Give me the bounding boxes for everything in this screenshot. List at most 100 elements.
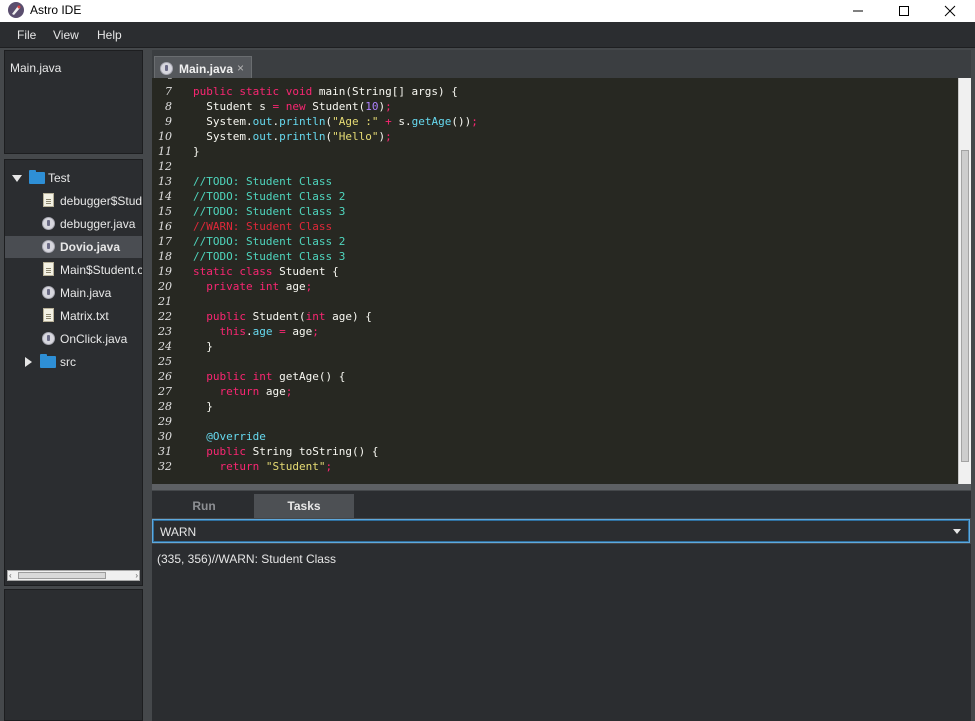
code-line: //TODO: Student Class 2 [193, 235, 345, 248]
folder-icon [40, 354, 56, 368]
maximize-button[interactable] [881, 0, 927, 22]
code-token: return [219, 460, 266, 473]
code-token: String toString() { [252, 445, 379, 458]
code-token: int [259, 280, 286, 293]
tab-main-java[interactable]: Main.java × [154, 56, 252, 79]
tree-item-selected[interactable]: Dovio.java [5, 236, 142, 258]
folder-icon [29, 170, 45, 184]
menu-view[interactable]: View [53, 28, 79, 42]
code-token: //TODO: Student Class 2 [193, 190, 346, 203]
maximize-icon [899, 6, 909, 16]
code-line: //TODO: Student Class 3 [193, 205, 345, 218]
tree-item[interactable]: OnClick.java [5, 328, 142, 350]
tab-tasks[interactable]: Tasks [254, 494, 354, 518]
code-token: int [252, 370, 280, 383]
java-file-icon [42, 240, 55, 253]
code-token: public [206, 445, 253, 458]
code-token: System. [193, 130, 253, 143]
code-token: getAge [411, 115, 452, 128]
code-token: //TODO: Student Class 3 [193, 205, 346, 218]
scroll-right-icon[interactable]: › [135, 572, 138, 580]
scrollbar-thumb[interactable] [18, 572, 106, 579]
line-number: 27 [158, 385, 172, 398]
tree-item[interactable]: debugger.java [5, 213, 142, 235]
scrollbar-thumb[interactable] [961, 150, 969, 462]
left-sidebar: Main.java Test debugger$Stud debugger.ja… [0, 48, 148, 721]
code-token: age [285, 280, 306, 293]
line-number: 15 [158, 205, 172, 218]
tree-folder-src[interactable]: src [5, 351, 142, 373]
code-token: } [193, 340, 213, 353]
code-token: static [193, 265, 240, 278]
code-line: System.out.println("Hello"); [193, 130, 392, 143]
minimize-button[interactable] [835, 0, 881, 22]
java-file-icon [42, 332, 55, 345]
java-file-icon [42, 286, 55, 299]
menu-file[interactable]: File [17, 28, 36, 42]
tree-item-label: Main$Student.c [60, 263, 142, 277]
tree-item[interactable]: Main.java [5, 282, 142, 304]
line-number: 16 [158, 220, 172, 233]
code-token: ; [285, 385, 293, 398]
title-bar: Astro IDE [0, 0, 975, 22]
code-line: public static void main(String[] args) { [193, 85, 458, 98]
code-line: //TODO: Student Class 3 [193, 250, 345, 263]
menu-bar: File View Help [0, 22, 975, 48]
task-filter-select[interactable]: WARN [152, 519, 970, 543]
code-token: public [206, 310, 253, 323]
line-number: 19 [158, 265, 172, 278]
panel-splitter[interactable] [152, 484, 971, 490]
scroll-left-icon[interactable]: ‹ [9, 572, 12, 580]
minimize-icon [853, 10, 863, 12]
chevron-down-icon [953, 529, 961, 534]
code-token: "Age :" [332, 115, 379, 128]
code-token: println [279, 115, 326, 128]
line-number: 12 [158, 160, 172, 173]
tree-item-label: debugger$Stud [60, 194, 142, 208]
code-token: static [239, 85, 286, 98]
code-token: class [239, 265, 280, 278]
code-token: . [246, 325, 253, 338]
tree-folder-label: src [60, 355, 76, 369]
tree-item[interactable]: Main$Student.c [5, 259, 142, 281]
code-token: public [193, 85, 240, 98]
code-token: println [279, 130, 326, 143]
menu-help[interactable]: Help [97, 28, 122, 42]
tab-close-icon[interactable]: × [237, 61, 244, 75]
line-number: 29 [158, 415, 172, 428]
code-token: ; [385, 130, 392, 143]
expand-arrow-icon[interactable] [12, 175, 22, 182]
tab-run[interactable]: Run [154, 494, 254, 518]
open-file-item[interactable]: Main.java [10, 61, 61, 75]
tree-item-label: Dovio.java [60, 240, 121, 254]
tree-root-test[interactable]: Test [5, 167, 142, 189]
code-token: ()) [451, 115, 472, 128]
code-token: = [279, 325, 286, 338]
code-token: Student( [252, 310, 306, 323]
code-token: age [265, 385, 286, 398]
expand-arrow-icon[interactable] [25, 357, 32, 367]
editor-vertical-scrollbar[interactable] [958, 78, 971, 484]
tree-item[interactable]: debugger$Stud [5, 190, 142, 212]
line-number: 24 [158, 340, 172, 353]
code-token: //TODO: Student Class 3 [193, 250, 346, 263]
open-files-panel: Main.java [4, 50, 143, 154]
line-number: 8 [165, 100, 172, 113]
code-token: "Student" [265, 460, 326, 473]
code-token: age) { [332, 310, 372, 323]
tree-horizontal-scrollbar[interactable]: ‹ › [7, 570, 140, 581]
tree-item[interactable]: Matrix.txt [5, 305, 142, 327]
line-number: 7 [165, 85, 172, 98]
line-number: 10 [158, 130, 172, 143]
task-result-item[interactable]: (335, 356)//WARN: Student Class [157, 552, 336, 566]
close-button[interactable] [927, 0, 973, 22]
code-editor[interactable]: 6 7 public static void main(String[] args… [152, 78, 971, 484]
project-tree: Test debugger$Stud debugger.java Dovio.j… [4, 159, 143, 586]
code-token: //TODO: Student Class [193, 175, 333, 188]
code-token: //WARN: Student Class [193, 220, 333, 233]
code-line: //TODO: Student Class [193, 175, 332, 188]
